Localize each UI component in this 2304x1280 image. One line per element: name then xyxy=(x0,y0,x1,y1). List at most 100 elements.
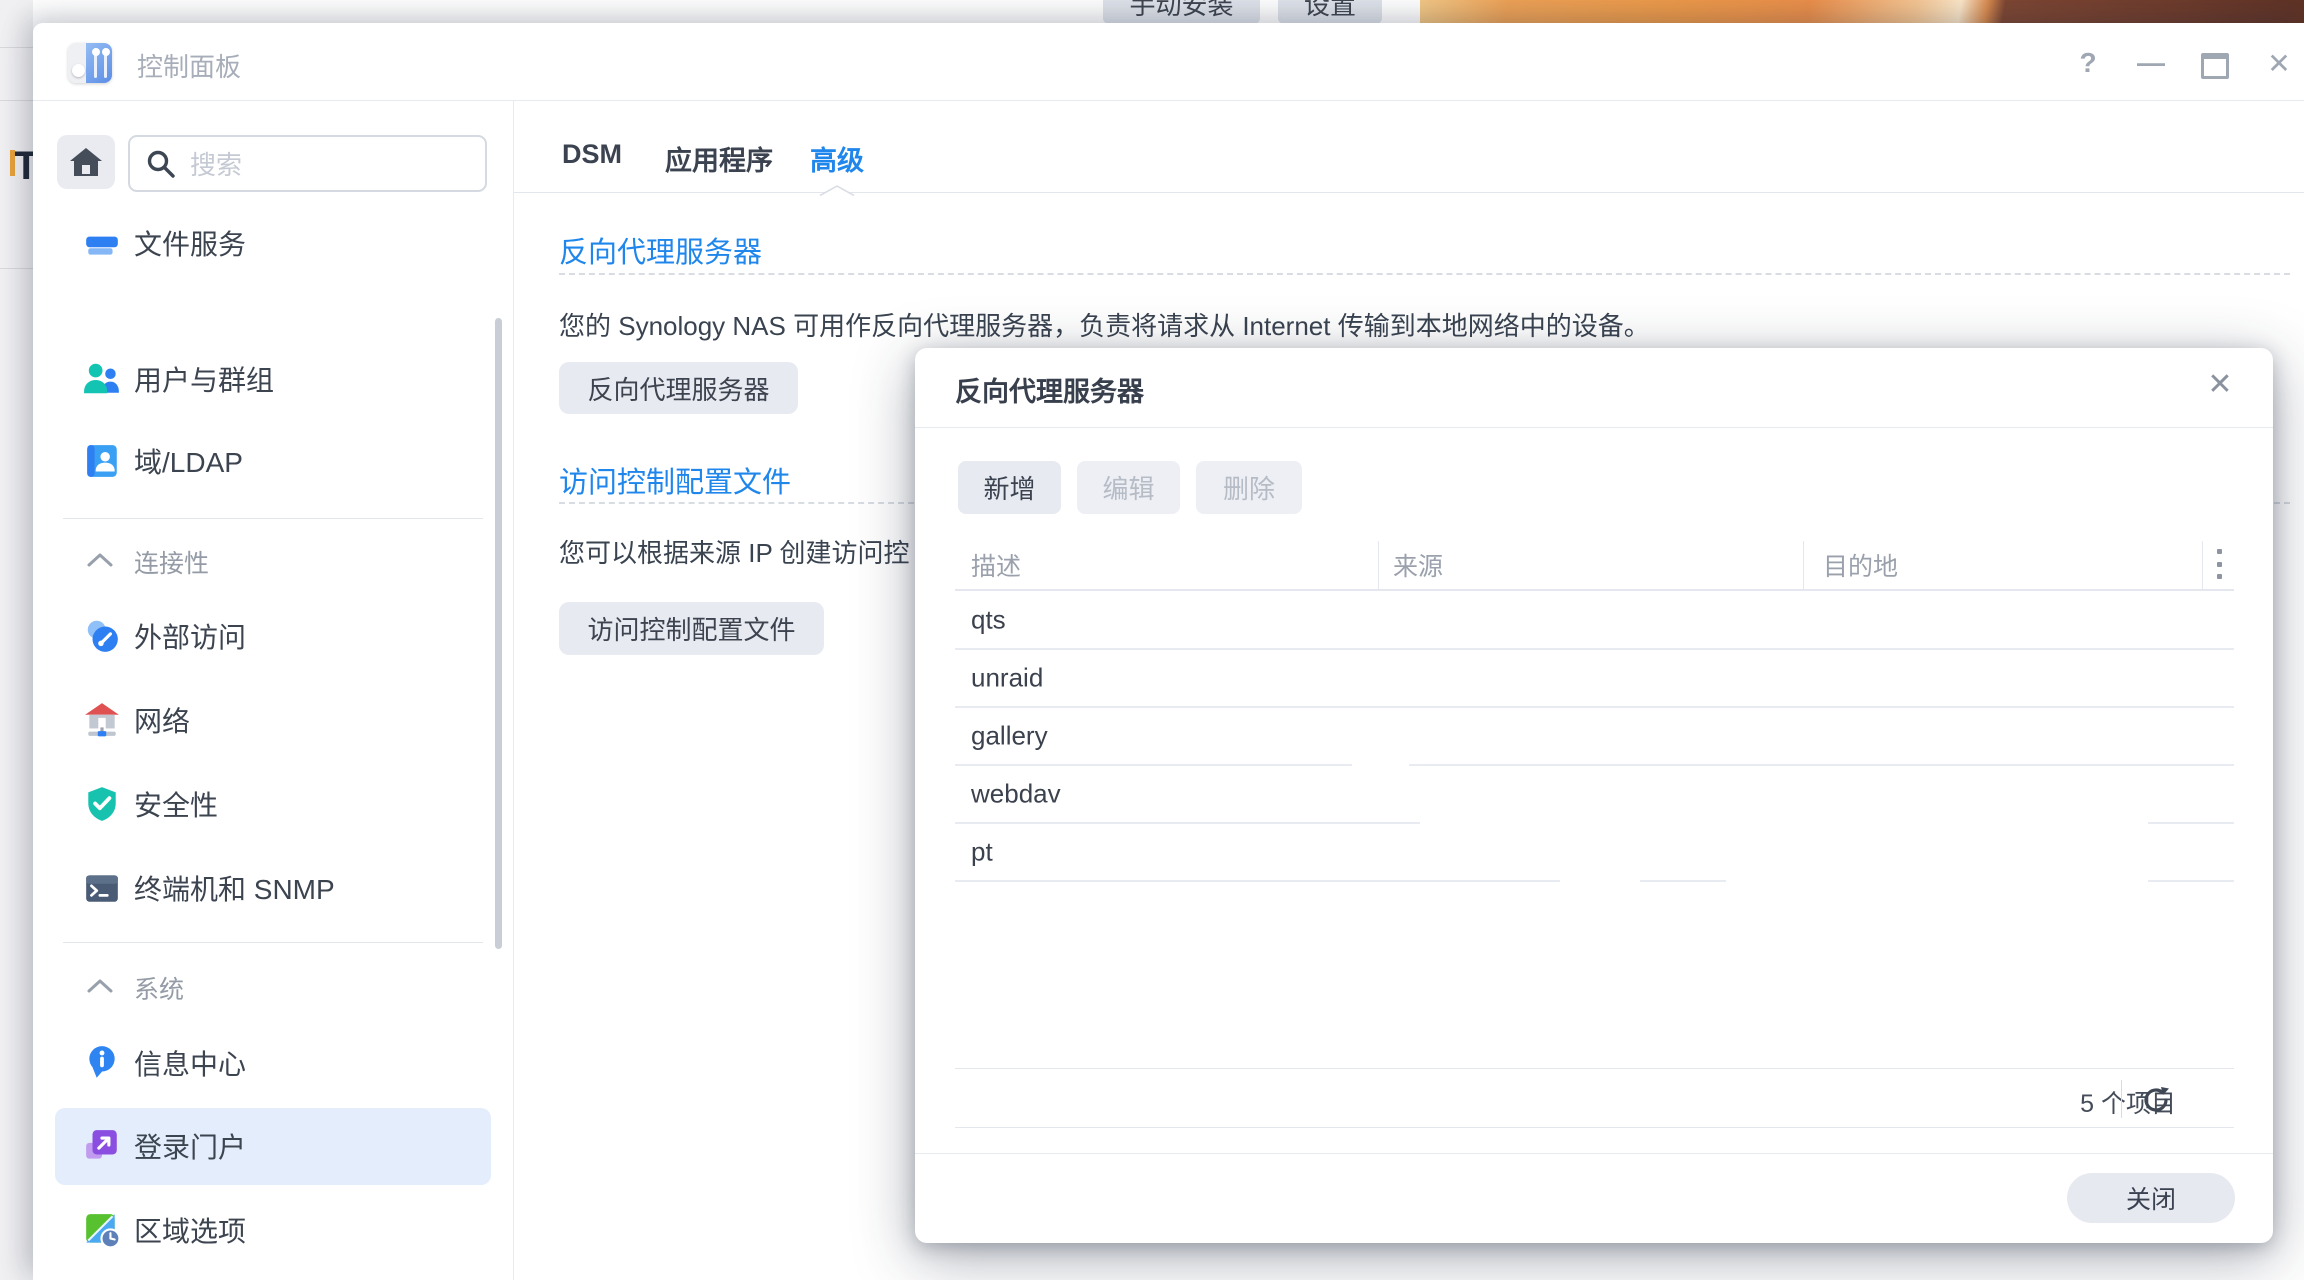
home-icon xyxy=(69,146,103,178)
table-footer-separator xyxy=(955,1068,2234,1069)
sidebar-item-login-portal[interactable]: 登录门户 xyxy=(33,1107,513,1185)
terminal-snmp-icon xyxy=(83,869,121,907)
close-window-button[interactable]: ✕ xyxy=(2259,47,2299,80)
home-button[interactable] xyxy=(57,135,115,189)
dialog-title: 反向代理服务器 xyxy=(955,370,1144,409)
sidebar-scrollbar[interactable] xyxy=(495,318,502,949)
row-description: pt xyxy=(971,837,993,868)
sidebar-item-file-services[interactable]: 文件服务 xyxy=(33,204,513,282)
table-row[interactable]: qts xyxy=(955,591,2234,649)
login-portal-icon xyxy=(83,1127,121,1165)
sidebar-item-label: 域/LDAP xyxy=(134,441,243,481)
sidebar-item-label: 网络 xyxy=(134,700,190,740)
sidebar-item-label: 安全性 xyxy=(134,784,218,824)
sidebar-section-label: 连接性 xyxy=(134,544,209,580)
control-panel-app-icon xyxy=(68,43,112,83)
network-icon xyxy=(83,701,121,739)
column-separator xyxy=(1378,541,1379,589)
file-services-icon xyxy=(83,224,121,262)
sidebar-section-label: 系统 xyxy=(134,970,184,1006)
reverse-proxy-dialog: 反向代理服务器 ✕ 新增 编辑 删除 描述 来源 目的地 qts unraid xyxy=(915,348,2273,1243)
dialog-close-button[interactable]: 关闭 xyxy=(2067,1173,2235,1223)
sidebar-item-network[interactable]: 网络 xyxy=(33,681,513,759)
sidebar-item-terminal-snmp[interactable]: 终端机和 SNMP xyxy=(33,849,513,927)
titlebar: 控制面板 ? — ✕ xyxy=(33,23,2304,101)
security-shield-icon xyxy=(83,785,121,823)
row-description: webdav xyxy=(971,779,1061,810)
sidebar-item-external-access[interactable]: 外部访问 xyxy=(33,597,513,675)
table-row[interactable]: unraid xyxy=(955,649,2234,707)
users-groups-icon xyxy=(83,360,121,398)
sidebar-item-label: 文件服务 xyxy=(134,223,246,263)
table-bottom-border xyxy=(955,1127,2234,1128)
manual-install-button[interactable]: 手动安装 xyxy=(1103,0,1260,24)
search-placeholder: 搜索 xyxy=(190,145,242,182)
column-header-description[interactable]: 描述 xyxy=(971,547,1021,583)
sidebar-divider xyxy=(63,942,483,943)
maximize-icon xyxy=(2201,53,2229,79)
column-header-destination[interactable]: 目的地 xyxy=(1823,547,1898,583)
section-title-access-control: 访问控制配置文件 xyxy=(559,459,791,501)
tab-advanced[interactable]: 高级 xyxy=(810,139,864,178)
minimize-button[interactable]: — xyxy=(2131,47,2171,79)
column-header-source[interactable]: 来源 xyxy=(1393,547,1443,583)
help-button[interactable]: ? xyxy=(2068,47,2108,79)
sidebar-divider xyxy=(63,518,483,519)
sidebar-list: 文件服务 用户与群组 xyxy=(33,196,513,1280)
dialog-close-icon[interactable]: ✕ xyxy=(2198,362,2242,406)
sidebar-item-label: 信息中心 xyxy=(134,1043,246,1083)
sidebar-item-label: 用户与群组 xyxy=(134,359,274,399)
section-description: 您的 Synology NAS 可用作反向代理服务器，负责将请求从 Intern… xyxy=(559,306,1650,343)
info-center-icon xyxy=(83,1044,121,1082)
column-separator xyxy=(1803,541,1804,589)
external-access-icon xyxy=(83,617,121,655)
chevron-up-icon xyxy=(87,978,113,998)
dialog-footer-separator xyxy=(915,1153,2273,1154)
table-row[interactable]: gallery xyxy=(955,707,2234,765)
tabbar-separator xyxy=(514,192,2304,193)
dialog-header-separator xyxy=(915,427,2273,428)
access-control-button[interactable]: 访问控制配置文件 xyxy=(559,602,824,655)
maximize-button[interactable] xyxy=(2195,53,2235,86)
refresh-icon[interactable] xyxy=(2141,1085,2171,1120)
column-options-kebab-icon[interactable] xyxy=(2211,549,2227,579)
sidebar-item-label: 区域选项 xyxy=(134,1210,246,1250)
sidebar-item-notification-settings[interactable]: 通知设置 xyxy=(33,1275,513,1280)
row-separator xyxy=(1640,880,1726,882)
sidebar-item-security[interactable]: 安全性 xyxy=(33,765,513,843)
row-description: gallery xyxy=(971,721,1048,752)
reverse-proxy-button[interactable]: 反向代理服务器 xyxy=(559,362,798,414)
delete-button[interactable]: 删除 xyxy=(1196,461,1302,514)
section-divider xyxy=(559,273,2290,275)
tab-dsm[interactable]: DSM xyxy=(562,139,622,170)
section-title-reverse-proxy: 反向代理服务器 xyxy=(559,229,762,271)
edit-button[interactable]: 编辑 xyxy=(1077,461,1180,514)
proxy-table: 描述 来源 目的地 qts unraid gallery webd xyxy=(955,535,2234,1127)
add-button[interactable]: 新增 xyxy=(958,461,1061,514)
column-separator xyxy=(2202,541,2203,589)
sidebar-item-users-groups[interactable]: 用户与群组 xyxy=(33,340,513,418)
search-input[interactable]: 搜索 xyxy=(128,135,487,192)
sidebar-item-regional-options[interactable]: 区域选项 xyxy=(33,1191,513,1269)
sidebar: 搜索 文件服务 xyxy=(33,101,513,1280)
search-icon xyxy=(146,149,176,179)
table-row[interactable]: pt xyxy=(955,823,2234,881)
row-description: qts xyxy=(971,605,1006,636)
sidebar-item-info-center[interactable]: 信息中心 xyxy=(33,1024,513,1102)
domain-ldap-icon xyxy=(83,442,121,480)
table-row[interactable]: webdav xyxy=(955,765,2234,823)
regional-options-icon xyxy=(83,1211,121,1249)
sidebar-item-label: 外部访问 xyxy=(134,616,246,656)
settings-button[interactable]: 设置 xyxy=(1278,0,1382,24)
background-banner-image xyxy=(1420,0,2304,23)
row-separator xyxy=(2148,880,2234,882)
chevron-up-icon xyxy=(87,552,113,572)
sidebar-item-domain-ldap[interactable]: 域/LDAP xyxy=(33,422,513,500)
sidebar-item-label: 登录门户 xyxy=(134,1126,246,1166)
footer-divider xyxy=(2121,1080,2122,1118)
tab-applications[interactable]: 应用程序 xyxy=(665,139,773,178)
sidebar-section-connectivity[interactable]: 连接性 xyxy=(33,523,513,601)
sidebar-section-system[interactable]: 系统 xyxy=(33,949,513,1027)
background-left-strip xyxy=(0,0,33,1280)
row-separator xyxy=(955,880,1560,882)
